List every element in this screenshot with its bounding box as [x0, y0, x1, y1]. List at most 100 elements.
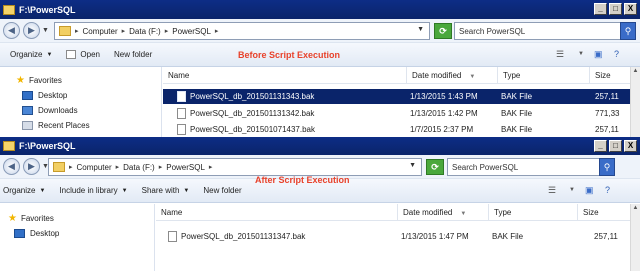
file-row[interactable]: PowerSQL_db_201501131347.bak 1/13/2015 1… [156, 229, 640, 244]
vertical-scrollbar[interactable]: ▲ [630, 204, 640, 271]
title-bar[interactable]: F:\PowerSQL _ □ X [0, 137, 640, 155]
file-size-cell: 257,11 [594, 232, 618, 241]
back-button[interactable]: ◀ [3, 22, 20, 39]
history-dropdown-icon[interactable]: ▼ [42, 27, 49, 34]
file-size-cell: 257,11 [595, 125, 619, 134]
window-title: F:\PowerSQL [19, 4, 76, 15]
column-size[interactable]: Size [577, 204, 622, 221]
desktop-icon [14, 229, 25, 238]
breadcrumb-computer[interactable]: Computer [83, 27, 118, 36]
column-name[interactable]: Name [163, 67, 406, 84]
nav-label: Desktop [30, 229, 60, 238]
breadcrumb[interactable]: ▸ Computer ▸ Data (F:) ▸ PowerSQL ▸ ▼ [54, 22, 430, 40]
breadcrumb-powersql[interactable]: PowerSQL [172, 27, 211, 36]
close-button[interactable]: X [624, 3, 637, 15]
breadcrumb-data-drive[interactable]: Data (F:) [123, 163, 155, 172]
search-input[interactable]: Search PowerSQL ⚲ [454, 22, 636, 40]
chevron-right-icon[interactable]: ▸ [69, 163, 73, 171]
file-type-cell: BAK File [492, 232, 524, 241]
forward-button[interactable]: ▶ [23, 22, 40, 39]
file-icon [177, 91, 186, 103]
column-name[interactable]: Name [156, 204, 397, 221]
preview-pane-icon[interactable]: ▣ [594, 49, 603, 60]
chevron-down-icon: ▼ [183, 187, 190, 194]
maximize-button[interactable]: □ [609, 3, 622, 15]
nav-favorites[interactable]: ★ Favorites [16, 75, 62, 86]
nav-desktop[interactable]: Desktop [22, 91, 67, 100]
open-button[interactable]: Open [66, 50, 100, 59]
sort-icon: ▼ [460, 211, 467, 217]
view-options-icon[interactable]: ☰ [556, 49, 564, 60]
organize-button[interactable]: Organize ▼ [10, 50, 52, 59]
file-list: Name Date modified ▼ Type Size PowerSQL_d… [163, 67, 640, 137]
search-icon[interactable]: ⚲ [620, 22, 636, 40]
refresh-button[interactable]: ⟳ [434, 23, 452, 39]
new-folder-button[interactable]: New folder [203, 186, 241, 195]
nav-recent-places[interactable]: Recent Places [22, 121, 90, 130]
breadcrumb-powersql[interactable]: PowerSQL [166, 163, 205, 172]
desktop-icon [22, 91, 33, 100]
chevron-right-icon[interactable]: ▸ [75, 27, 79, 35]
downloads-icon [22, 106, 33, 115]
share-with-button[interactable]: Share with ▼ [142, 186, 190, 195]
chevron-down-icon: ▼ [39, 187, 46, 194]
recent-places-icon [22, 121, 33, 130]
file-row[interactable]: PowerSQL_db_201501071437.bak 1/7/2015 2:… [163, 122, 640, 137]
scroll-up-icon[interactable]: ▲ [631, 67, 640, 76]
file-date-cell: 1/7/2015 2:37 PM [410, 125, 474, 134]
title-bar[interactable]: F:\PowerSQL _ □ X [0, 0, 640, 19]
breadcrumb-data-drive[interactable]: Data (F:) [129, 27, 161, 36]
star-icon: ★ [8, 213, 17, 224]
column-date-modified[interactable]: Date modified ▼ [397, 204, 488, 221]
maximize-button[interactable]: □ [609, 140, 622, 152]
address-bar-row: ◀ ▶ ▼ ▸ Computer ▸ Data (F:) ▸ PowerSQL … [0, 19, 640, 43]
view-options-icon[interactable]: ☰ [548, 185, 556, 196]
column-size[interactable]: Size [589, 67, 629, 84]
nav-favorites[interactable]: ★ Favorites [8, 213, 54, 224]
organize-label: Organize [3, 186, 36, 195]
include-in-library-button[interactable]: Include in library ▼ [59, 186, 127, 195]
nav-desktop[interactable]: Desktop [14, 229, 59, 238]
file-type-cell: BAK File [501, 125, 533, 134]
help-icon[interactable]: ? [605, 185, 610, 195]
refresh-button[interactable]: ⟳ [426, 159, 444, 175]
scroll-up-icon[interactable]: ▲ [631, 204, 640, 213]
search-icon[interactable]: ⚲ [599, 158, 615, 176]
address-dropdown-icon[interactable]: ▼ [417, 26, 424, 33]
back-button[interactable]: ◀ [3, 158, 20, 175]
close-button[interactable]: X [624, 140, 637, 152]
new-folder-button[interactable]: New folder [114, 50, 152, 59]
file-row[interactable]: PowerSQL_db_201501131343.bak 1/13/2015 1… [163, 89, 640, 104]
new-folder-label: New folder [203, 186, 242, 195]
breadcrumb[interactable]: ▸ Computer ▸ Data (F:) ▸ PowerSQL ▸ ▼ [48, 158, 422, 176]
file-row[interactable]: PowerSQL_db_201501131342.bak 1/13/2015 1… [163, 106, 640, 121]
chevron-down-icon[interactable]: ▼ [578, 51, 584, 57]
forward-button[interactable]: ▶ [23, 158, 40, 175]
vertical-scrollbar[interactable]: ▲ [630, 67, 640, 137]
column-date-modified[interactable]: Date modified ▼ [406, 67, 497, 84]
column-type[interactable]: Type [497, 67, 589, 84]
minimize-button[interactable]: _ [594, 140, 607, 152]
search-input[interactable]: Search PowerSQL ⚲ [447, 158, 615, 176]
chevron-right-icon[interactable]: ▸ [165, 27, 169, 35]
chevron-right-icon[interactable]: ▸ [215, 27, 219, 35]
file-icon [168, 231, 177, 243]
breadcrumb-computer[interactable]: Computer [77, 163, 112, 172]
chevron-right-icon[interactable]: ▸ [122, 27, 126, 35]
file-name-cell: PowerSQL_db_201501131343.bak [177, 89, 314, 104]
help-icon[interactable]: ? [614, 49, 619, 59]
chevron-right-icon[interactable]: ▸ [116, 163, 120, 171]
nav-downloads[interactable]: Downloads [22, 106, 78, 115]
minimize-button[interactable]: _ [594, 3, 607, 15]
address-dropdown-icon[interactable]: ▼ [409, 162, 416, 169]
folder-icon [59, 26, 71, 36]
command-bar: Organize ▼ Open New folder Before Script… [0, 43, 640, 67]
chevron-right-icon[interactable]: ▸ [159, 163, 163, 171]
column-type[interactable]: Type [488, 204, 577, 221]
organize-button[interactable]: Organize ▼ [3, 186, 45, 195]
chevron-right-icon[interactable]: ▸ [209, 163, 213, 171]
file-date-cell: 1/13/2015 1:43 PM [410, 92, 478, 101]
preview-pane-icon[interactable]: ▣ [585, 185, 594, 196]
chevron-down-icon[interactable]: ▼ [569, 187, 575, 193]
explorer-window-before: F:\PowerSQL _ □ X ◀ ▶ ▼ ▸ Computer ▸ Dat… [0, 0, 640, 137]
